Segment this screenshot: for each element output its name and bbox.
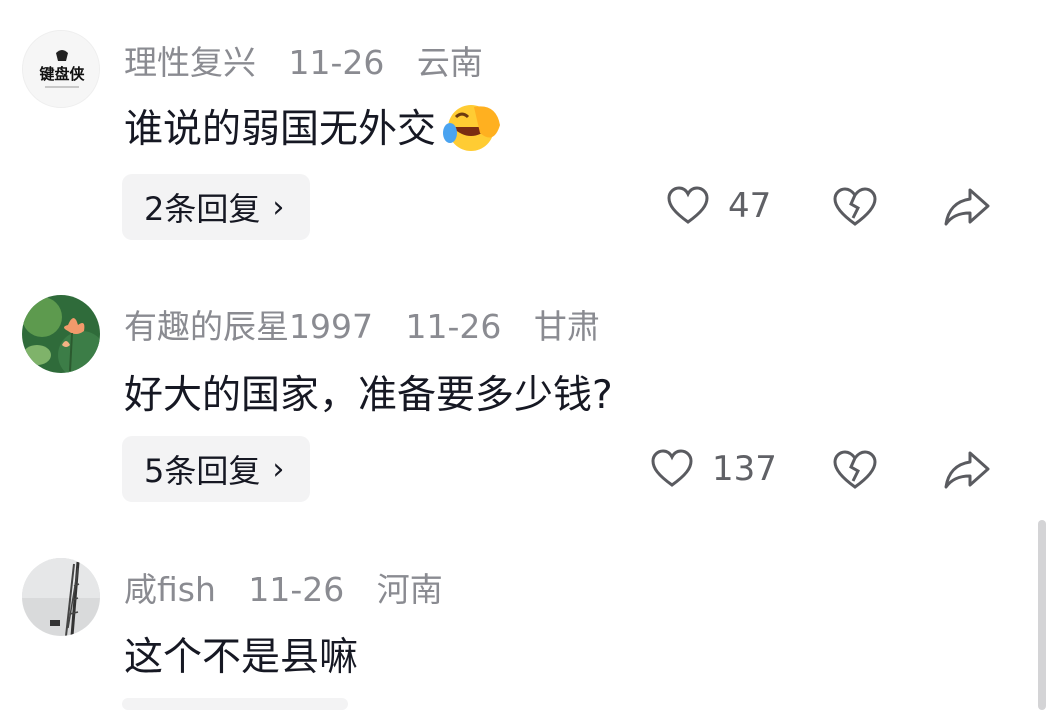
avatar[interactable] — [22, 295, 100, 373]
like-button[interactable]: 47 — [666, 186, 771, 226]
comment-body: 谁说的弱国无外交 — [124, 107, 437, 152]
avatar[interactable]: 键盘侠 — [22, 30, 100, 108]
view-replies-button[interactable]: 5条回复 › — [122, 436, 311, 502]
comment-location: 河南 — [376, 570, 443, 609]
chevron-right-icon: › — [272, 189, 285, 225]
share-button[interactable] — [942, 186, 992, 232]
like-count: 47 — [728, 186, 772, 226]
dislike-button[interactable] — [832, 449, 878, 495]
author-name[interactable]: 有趣的辰星1997 — [124, 307, 373, 346]
dislike-button[interactable] — [832, 186, 878, 232]
comment-location: 甘肃 — [533, 307, 600, 346]
scrollbar[interactable] — [1038, 520, 1046, 710]
chevron-right-icon: › — [272, 451, 285, 487]
comment-text: 这个不是县嘛 — [124, 635, 359, 680]
lotus-avatar-icon — [22, 295, 100, 373]
author-name[interactable]: 理性复兴 — [124, 43, 256, 82]
like-button[interactable]: 137 — [650, 449, 777, 489]
comment-date: 11-26 — [405, 307, 502, 346]
author-name[interactable]: 咸fish — [124, 570, 216, 609]
share-arrow-icon — [944, 451, 990, 489]
share-button[interactable] — [942, 449, 992, 495]
laughing-emoji-icon — [440, 101, 502, 163]
like-count: 137 — [712, 449, 777, 489]
broken-heart-icon — [833, 450, 877, 489]
view-replies-button-partial[interactable] — [122, 698, 348, 710]
comment-date: 11-26 — [288, 43, 385, 82]
comment-text: 好大的国家，准备要多少钱? — [124, 373, 613, 418]
avatar[interactable] — [22, 558, 100, 636]
comment-meta: 有趣的辰星1997 11-26 甘肃 — [124, 300, 622, 348]
comment-text: 谁说的弱国无外交 — [124, 98, 502, 163]
comment-location: 云南 — [416, 43, 483, 82]
comment-meta: 咸fish 11-26 河南 — [124, 563, 465, 611]
heart-outline-icon — [667, 186, 709, 224]
replies-label: 2条回复 — [144, 190, 261, 228]
avatar-text: 键盘侠 — [38, 65, 85, 83]
avatar-logo-icon: 键盘侠 — [23, 31, 99, 107]
crane-avatar-icon — [22, 558, 100, 636]
view-replies-button[interactable]: 2条回复 › — [122, 174, 311, 240]
comment-date: 11-26 — [248, 570, 345, 609]
share-arrow-icon — [944, 188, 990, 226]
comment-meta: 理性复兴 11-26 云南 — [124, 36, 505, 84]
heart-outline-icon — [651, 449, 693, 487]
broken-heart-icon — [833, 187, 877, 226]
replies-label: 5条回复 — [144, 452, 261, 490]
